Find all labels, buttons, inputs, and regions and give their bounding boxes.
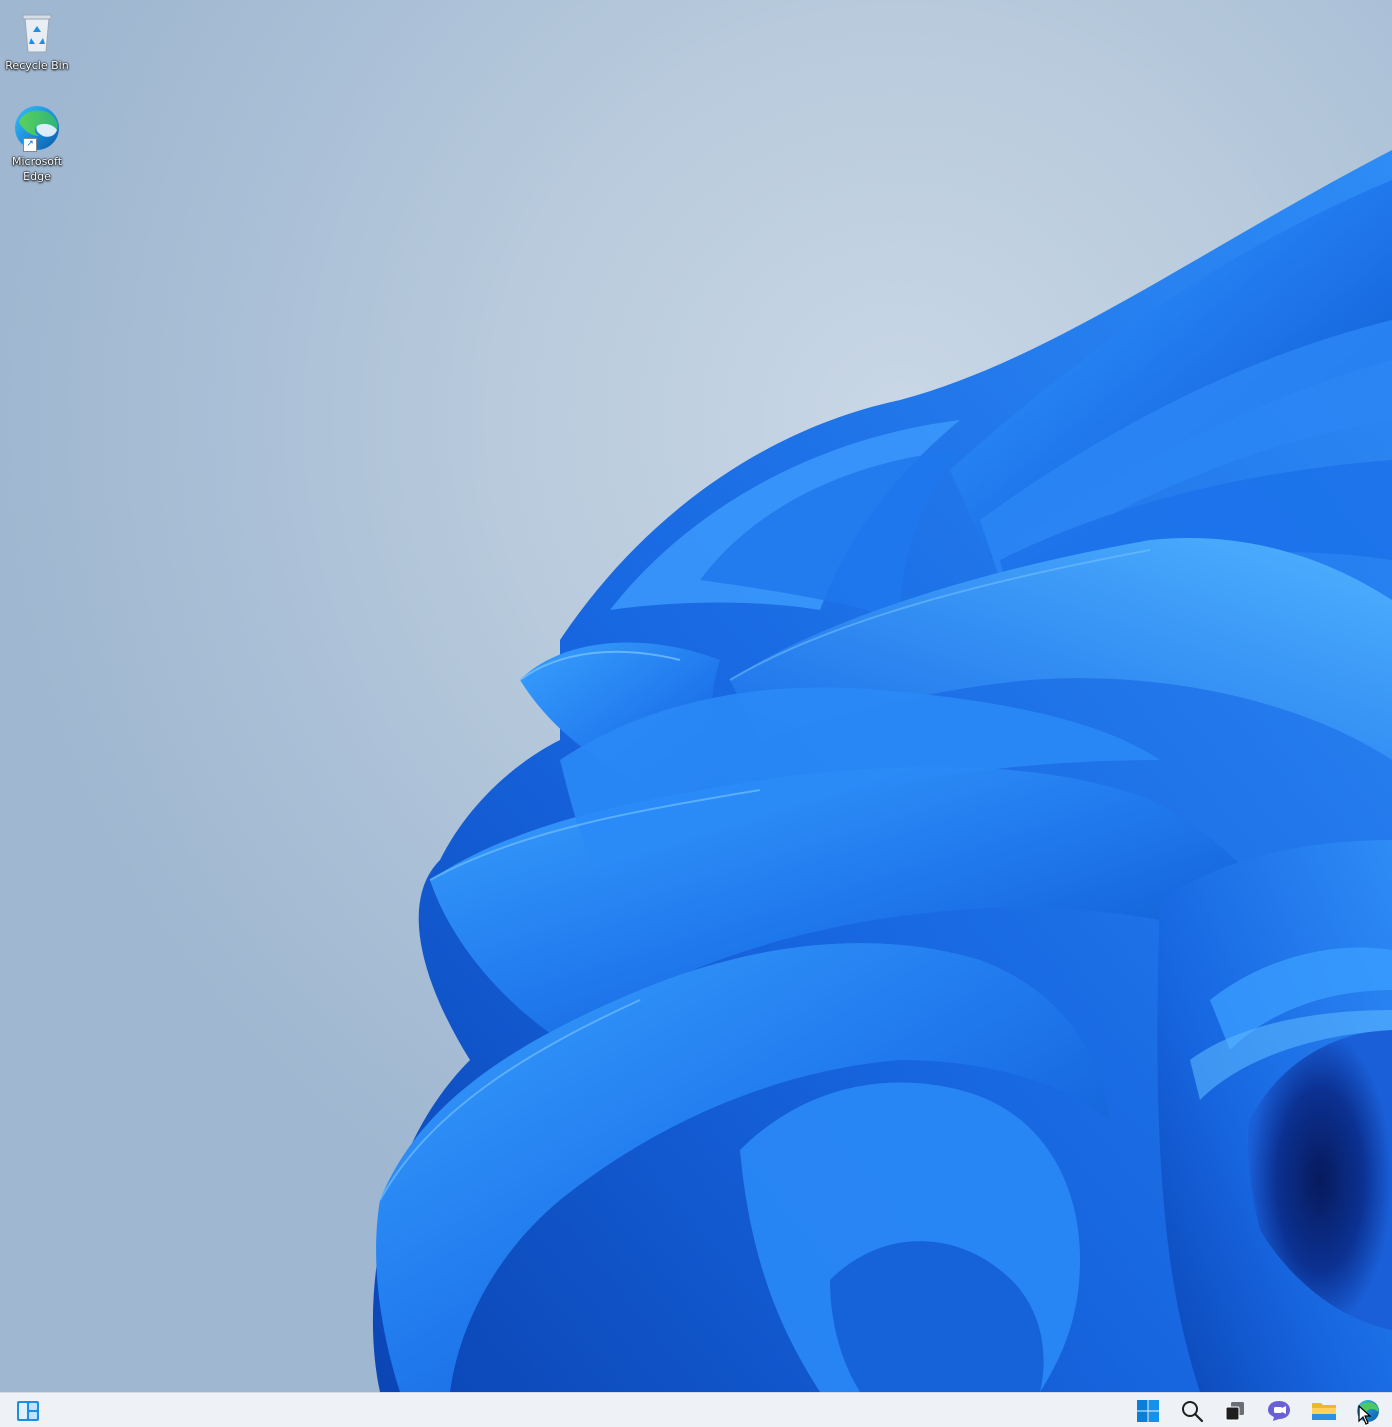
taskbar [0,1392,1392,1427]
edge-icon: ↗ [13,104,61,152]
search-button[interactable] [1176,1396,1208,1426]
desktop[interactable]: Recycle Bin ↗ Microsoft Edge [0,0,1392,1392]
start-button[interactable] [1132,1396,1164,1426]
recycle-bin-icon [13,8,61,56]
wallpaper-bloom [372,150,1392,1392]
widgets-button[interactable] [12,1396,44,1426]
desktop-icon-label: Microsoft Edge [11,155,63,183]
folder-icon [1312,1403,1336,1420]
mouse-cursor-icon [1358,1405,1372,1425]
widgets-icon [17,1401,39,1421]
chat-icon [1268,1401,1290,1421]
windows-logo-icon [1137,1400,1159,1422]
search-icon [1182,1401,1204,1423]
desktop-icon-label: Recycle Bin [5,59,69,72]
file-explorer-button[interactable] [1308,1396,1340,1426]
desktop-icon-microsoft-edge[interactable]: ↗ Microsoft Edge [1,104,73,184]
task-view-button[interactable] [1219,1396,1251,1426]
desktop-icon-recycle-bin[interactable]: Recycle Bin [1,8,73,73]
task-view-icon [1225,1402,1244,1421]
chat-button[interactable] [1263,1396,1295,1426]
shortcut-arrow-icon: ↗ [23,138,37,152]
